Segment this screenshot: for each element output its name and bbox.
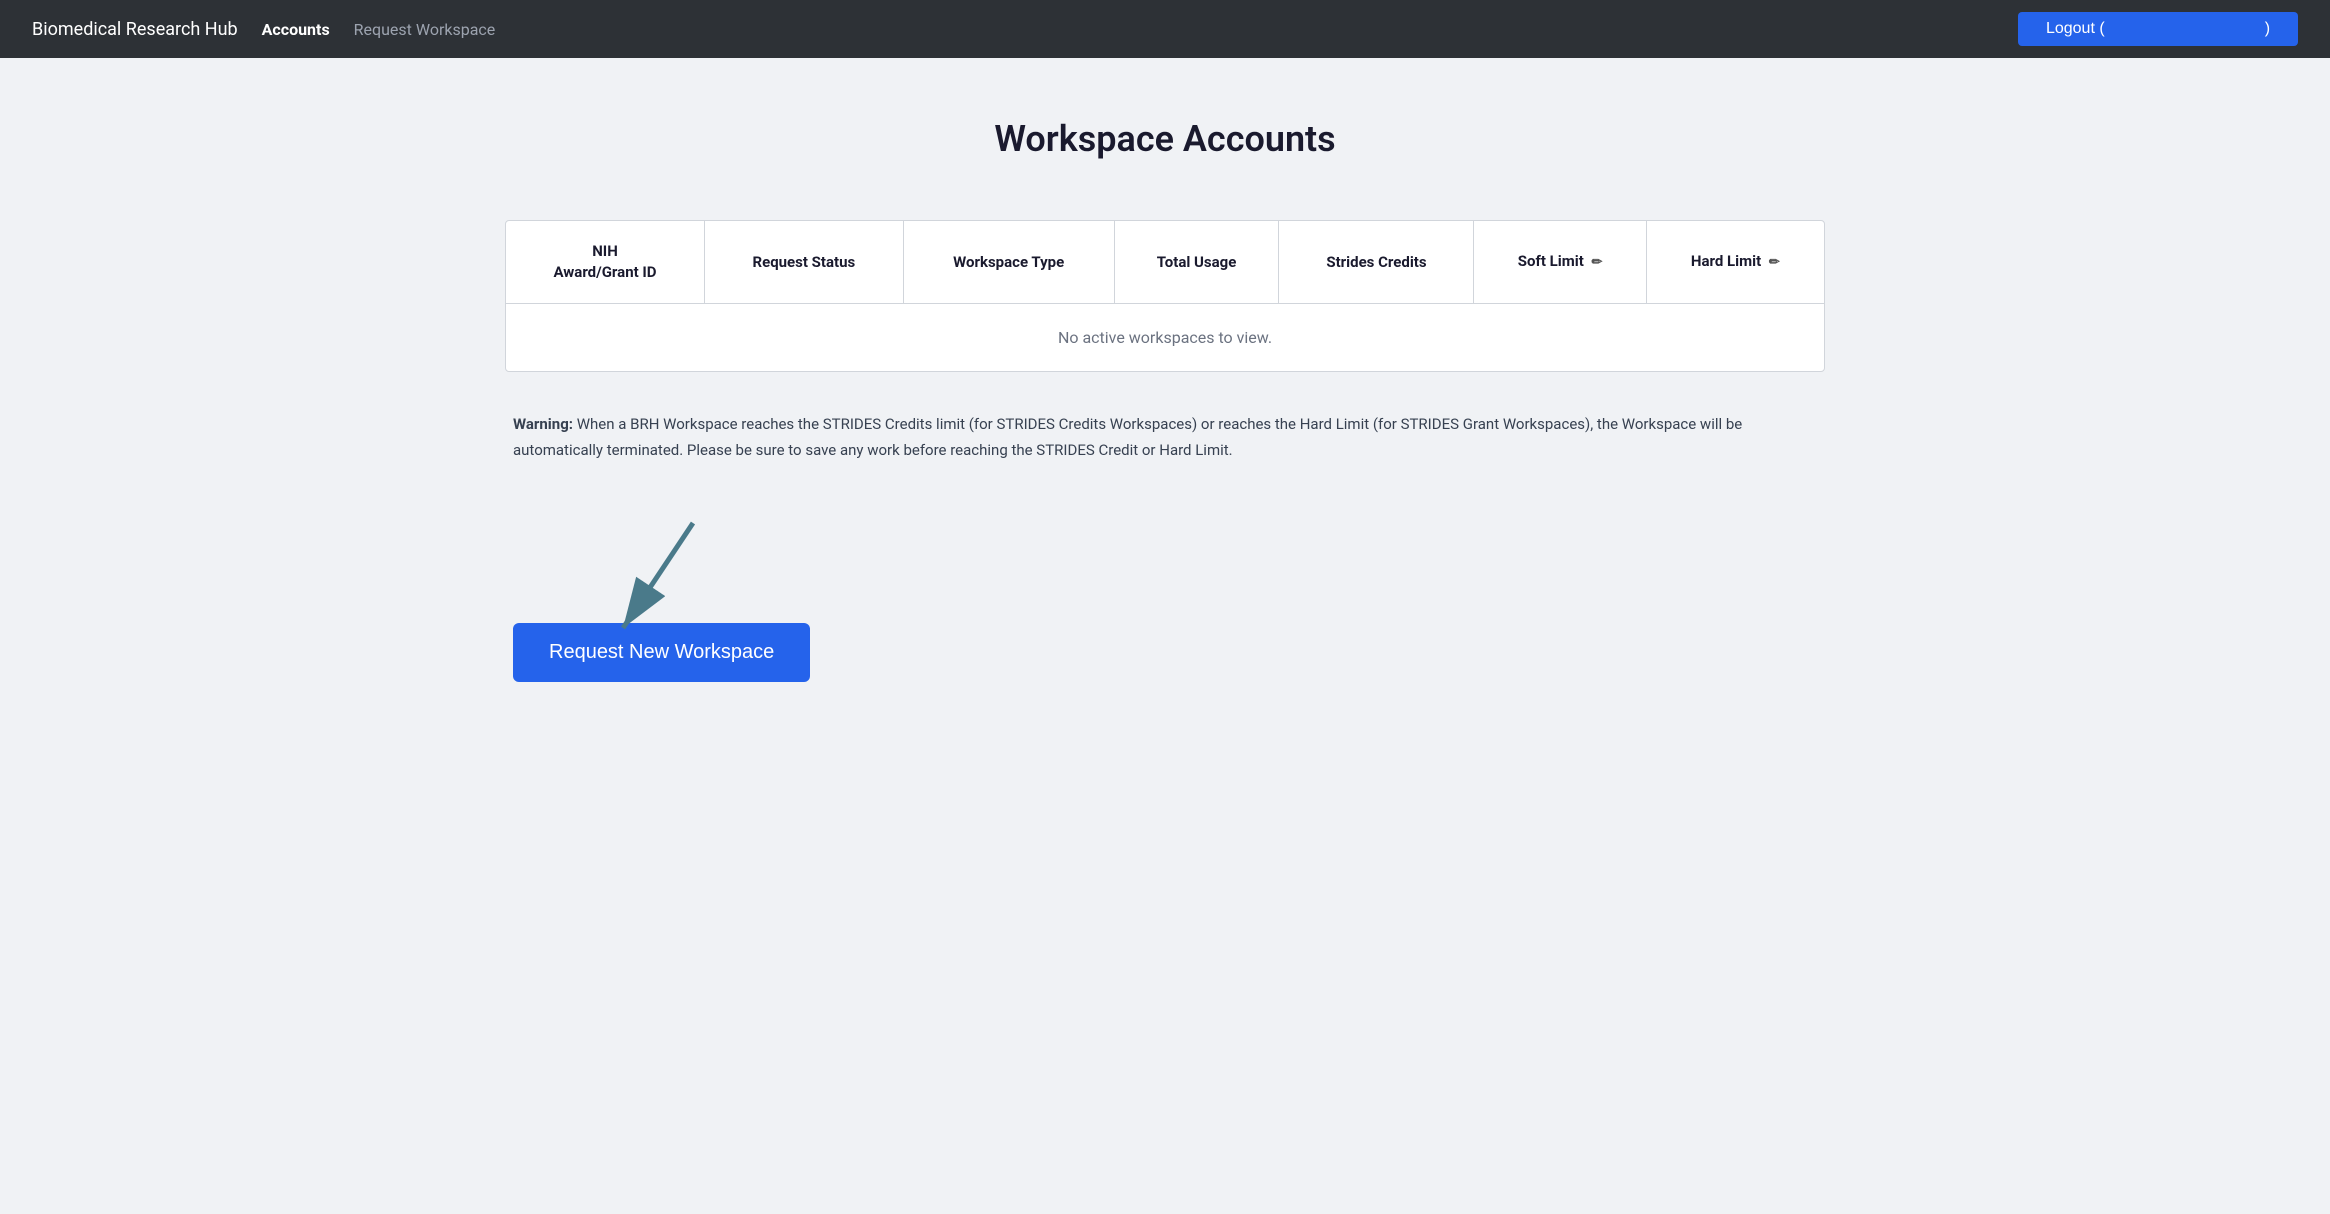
soft-limit-edit-icon[interactable]: ✏ <box>1592 255 1603 270</box>
logout-button[interactable]: Logout ( ) <box>2018 12 2298 46</box>
nav-brand: Biomedical Research Hub <box>32 19 238 40</box>
col-strides-credits: Strides Credits <box>1279 221 1474 304</box>
hard-limit-edit-icon[interactable]: ✏ <box>1769 255 1780 270</box>
arrow-icon <box>593 513 713 643</box>
warning-bold-prefix: Warning: <box>513 415 573 433</box>
col-nih-award: NIHAward/Grant ID <box>506 221 705 304</box>
warning-section: Warning: When a BRH Workspace reaches th… <box>505 412 1825 463</box>
table-header: NIHAward/Grant ID Request Status Workspa… <box>506 221 1824 304</box>
col-soft-limit: Soft Limit ✏ <box>1474 221 1646 304</box>
action-area: Request New Workspace <box>505 503 1825 682</box>
page-title: Workspace Accounts <box>505 118 1825 160</box>
navbar: Biomedical Research Hub Accounts Request… <box>0 0 2330 58</box>
col-workspace-type: Workspace Type <box>903 221 1114 304</box>
nav-request-workspace[interactable]: Request Workspace <box>354 20 496 39</box>
table-body: No active workspaces to view. <box>506 304 1824 372</box>
col-hard-limit: Hard Limit ✏ <box>1646 221 1824 304</box>
table-header-row: NIHAward/Grant ID Request Status Workspa… <box>506 221 1824 304</box>
table-empty-row: No active workspaces to view. <box>506 304 1824 372</box>
col-request-status: Request Status <box>705 221 904 304</box>
arrow-container <box>593 513 713 643</box>
nav-accounts[interactable]: Accounts <box>262 20 330 39</box>
workspace-table-container: NIHAward/Grant ID Request Status Workspa… <box>505 220 1825 372</box>
warning-text: Warning: When a BRH Workspace reaches th… <box>513 412 1817 463</box>
workspace-table: NIHAward/Grant ID Request Status Workspa… <box>506 221 1824 371</box>
warning-body: When a BRH Workspace reaches the STRIDES… <box>513 415 1742 459</box>
main-content: Workspace Accounts NIHAward/Grant ID Req… <box>465 58 1865 762</box>
col-total-usage: Total Usage <box>1114 221 1279 304</box>
empty-message: No active workspaces to view. <box>506 304 1824 372</box>
